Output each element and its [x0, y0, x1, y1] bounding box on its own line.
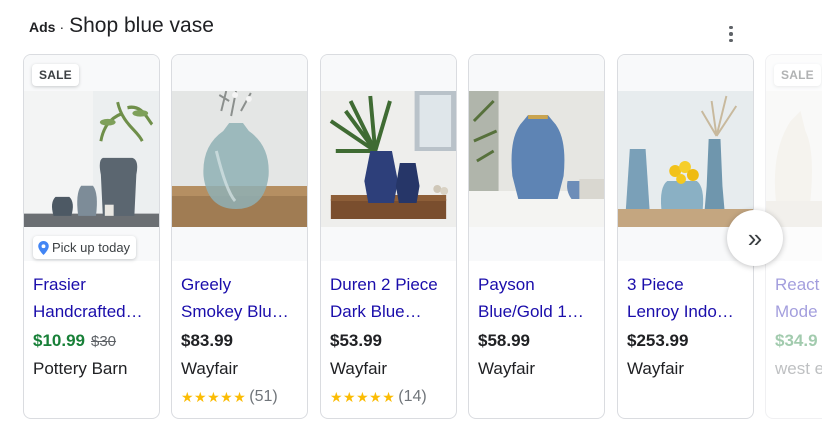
product-card[interactable]: Payson Blue/Gold 1… $58.99 Wayfair: [468, 54, 605, 419]
product-name-line: Lenroy Indo…: [627, 302, 734, 321]
product-name-line: React: [775, 275, 820, 294]
product-name-line: Payson: [478, 275, 535, 294]
price: $58.99: [478, 331, 530, 351]
sale-badge: SALE: [774, 64, 821, 86]
price: $253.99: [627, 331, 688, 351]
product-name[interactable]: 3 Piece Lenroy Indo…: [627, 271, 748, 325]
merchant-name: Wayfair: [627, 359, 684, 378]
current-price: $53.99: [330, 331, 382, 350]
product-name[interactable]: Greely Smokey Blu…: [181, 271, 302, 325]
sale-badge: SALE: [32, 64, 79, 86]
header-separator: ·: [59, 19, 65, 35]
rating: ★★★★★ (14): [330, 388, 427, 406]
merchant-name: Wayfair: [181, 359, 238, 378]
product-name[interactable]: Duren 2 Piece Dark Blue…: [330, 271, 451, 325]
current-price: $58.99: [478, 331, 530, 350]
product-name[interactable]: Payson Blue/Gold 1…: [478, 271, 599, 325]
product-name-line: Blue/Gold 1…: [478, 302, 584, 321]
product-name-line: Frasier: [33, 275, 86, 294]
product-name[interactable]: React Mode: [775, 271, 822, 325]
product-name-line: Handcrafted…: [33, 302, 143, 321]
product-carousel: SALE Pick up today Frasier Handcrafted… …: [0, 54, 822, 422]
ads-title: Shop blue vase: [69, 14, 214, 37]
next-glyph: »: [747, 222, 763, 253]
merchant-name: Wayfair: [330, 359, 387, 378]
product-card[interactable]: SALE Pick up today Frasier Handcrafted… …: [23, 54, 160, 419]
star-rating-icon: ★★★★★: [330, 388, 396, 405]
current-price: $253.99: [627, 331, 689, 350]
price: $53.99: [330, 331, 382, 351]
pickup-label: Pick up today: [52, 240, 131, 255]
merchant-name: west e: [775, 359, 822, 378]
pickup-badge: Pick up today: [33, 236, 137, 259]
product-name-line: Dark Blue…: [330, 302, 422, 321]
current-price: $34.9: [775, 331, 818, 350]
product-image: [469, 55, 604, 261]
current-price: $83.99: [181, 331, 233, 350]
product-name-line: Mode: [775, 302, 818, 321]
product-name-line: Duren 2 Piece: [330, 275, 438, 294]
ads-header: Ads · Shop blue vase: [29, 14, 214, 38]
product-name-line: 3 Piece: [627, 275, 684, 294]
product-name-line: Smokey Blu…: [181, 302, 289, 321]
rating: ★★★★★ (51): [181, 388, 278, 406]
price: $34.9: [775, 331, 818, 351]
more-vert-icon[interactable]: [720, 22, 742, 46]
product-card[interactable]: Greely Smokey Blu… $83.99 Wayfair ★★★★★ …: [171, 54, 308, 419]
original-price: $30: [91, 333, 117, 350]
product-name-line: Greely: [181, 275, 232, 294]
price: $83.99: [181, 331, 233, 351]
ads-label: Ads: [29, 19, 56, 35]
review-count: (51): [249, 388, 278, 405]
product-card[interactable]: Duren 2 Piece Dark Blue… $53.99 Wayfair …: [320, 54, 457, 419]
price: $10.99 $30: [33, 331, 116, 351]
double-chevron-right-icon[interactable]: »: [727, 210, 783, 266]
current-price: $10.99: [33, 331, 85, 350]
product-image: [321, 55, 456, 261]
product-image: [172, 55, 307, 261]
location-pin-icon: [38, 240, 49, 255]
star-rating-icon: ★★★★★: [181, 388, 247, 405]
merchant-name: Pottery Barn: [33, 359, 128, 378]
product-name[interactable]: Frasier Handcrafted…: [33, 271, 154, 325]
review-count: (14): [398, 388, 427, 405]
merchant-name: Wayfair: [478, 359, 535, 378]
